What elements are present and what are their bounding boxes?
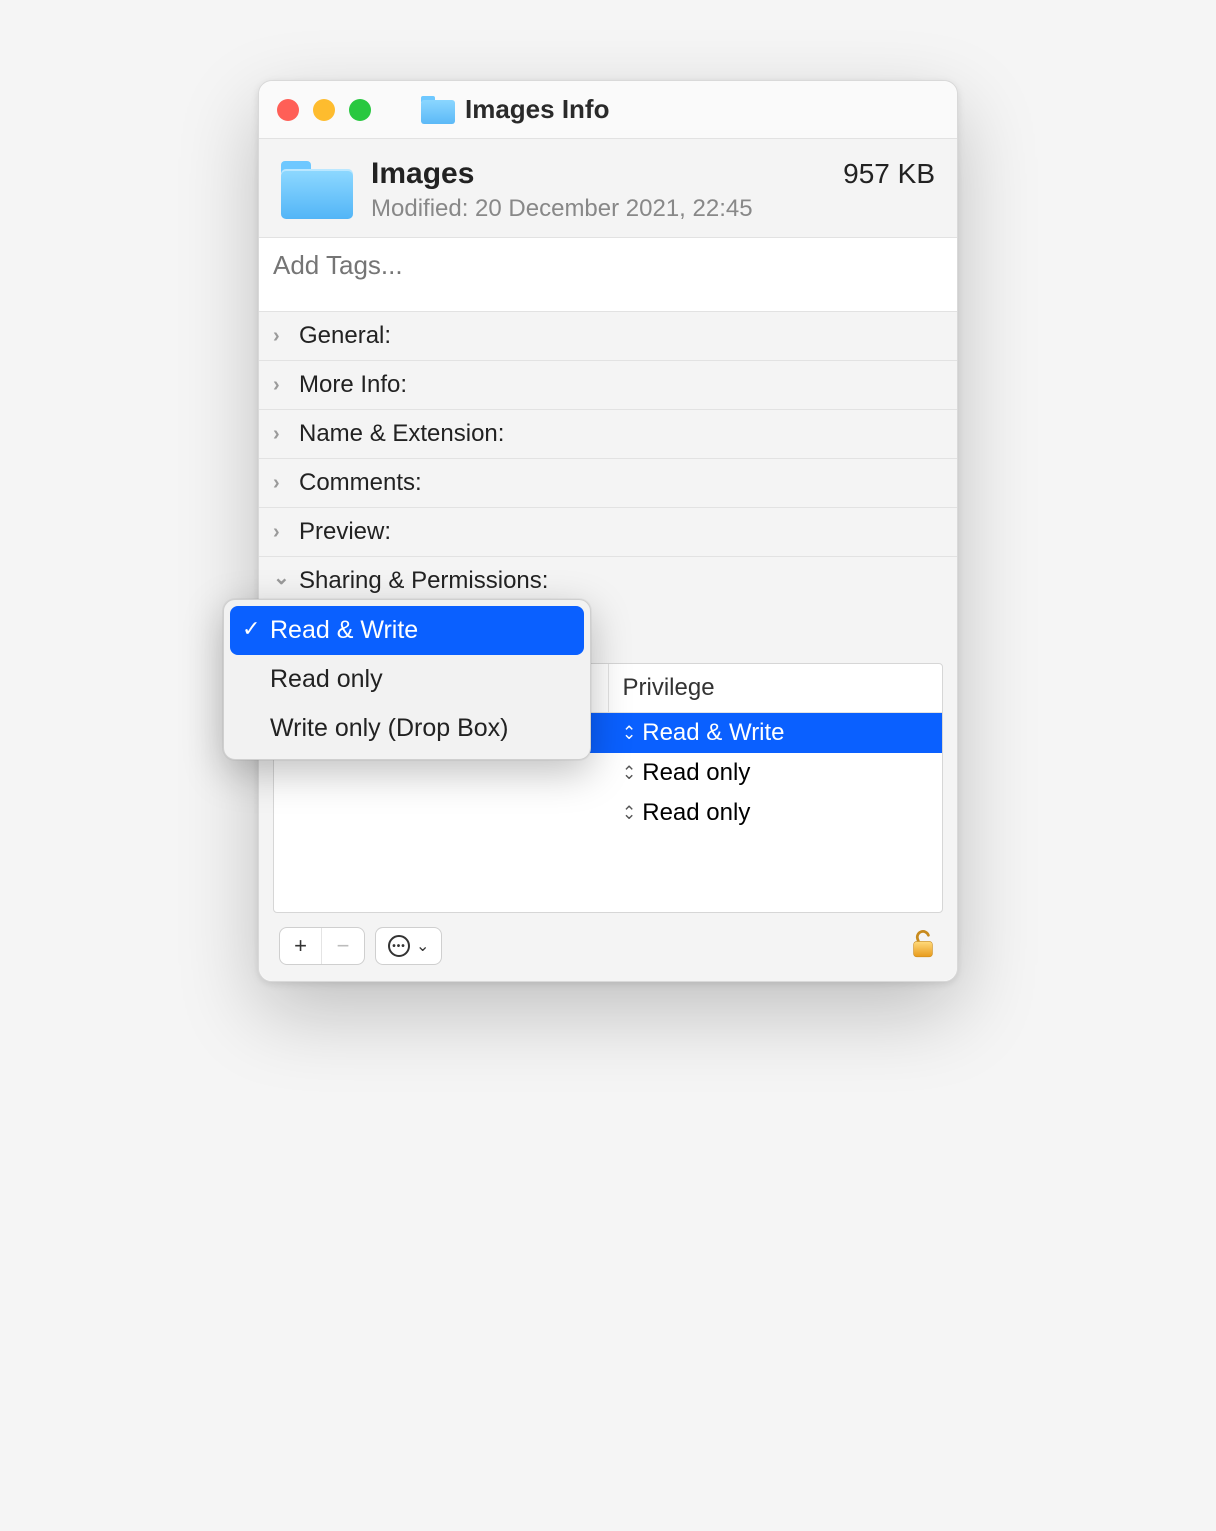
titlebar: Images Info: [259, 81, 957, 139]
privilege-popup-menu: ✓ Read & Write Read only Write only (Dro…: [223, 599, 591, 760]
menu-item-label: Read only: [270, 665, 383, 693]
privilege-value: Read & Write: [642, 719, 784, 747]
section-label: Comments:: [299, 469, 422, 497]
section-name-extension[interactable]: Name & Extension:: [259, 410, 957, 459]
stepper-icon: [622, 764, 636, 782]
name-cell: [274, 793, 612, 833]
folder-icon: [421, 96, 455, 124]
action-menu-button[interactable]: ••• ⌄: [375, 927, 442, 965]
stepper-icon: [622, 804, 636, 822]
chevron-down-icon: [273, 569, 291, 594]
section-comments[interactable]: Comments:: [259, 459, 957, 508]
section-label: Sharing & Permissions:: [299, 567, 548, 595]
chevron-down-icon: ⌄: [416, 936, 429, 956]
section-label: General:: [299, 322, 391, 350]
info-window: Images Info Images 957 KB Modified: 20 D…: [258, 80, 958, 982]
add-button[interactable]: +: [280, 928, 322, 964]
chevron-right-icon: [273, 423, 291, 446]
chevron-right-icon: [273, 521, 291, 544]
section-label: Preview:: [299, 518, 391, 546]
section-label: More Info:: [299, 371, 407, 399]
ellipsis-icon: •••: [388, 935, 410, 957]
section-label: Name & Extension:: [299, 420, 504, 448]
privilege-cell[interactable]: Read only: [612, 793, 942, 833]
tags-area: [259, 238, 957, 312]
lock-icon[interactable]: [909, 928, 937, 965]
check-icon: ✓: [242, 616, 260, 642]
chevron-right-icon: [273, 325, 291, 348]
menu-item-read-write[interactable]: ✓ Read & Write: [230, 606, 584, 655]
file-size: 957 KB: [843, 158, 935, 190]
menu-item-write-only[interactable]: Write only (Drop Box): [230, 704, 584, 753]
permissions-footer: + − ••• ⌄: [273, 913, 943, 967]
modified-date: Modified: 20 December 2021, 22:45: [371, 195, 935, 223]
privilege-cell[interactable]: Read & Write: [612, 713, 942, 753]
chevron-right-icon: [273, 374, 291, 397]
privilege-value: Read only: [642, 759, 750, 787]
section-preview[interactable]: Preview:: [259, 508, 957, 557]
menu-item-label: Read & Write: [270, 616, 418, 644]
remove-button[interactable]: −: [322, 928, 364, 964]
window-title: Images Info: [465, 94, 609, 125]
chevron-right-icon: [273, 472, 291, 495]
stepper-icon: [622, 724, 636, 742]
section-sharing-permissions[interactable]: Sharing & Permissions:: [259, 557, 957, 605]
column-privilege[interactable]: Privilege: [609, 664, 943, 712]
section-general[interactable]: General:: [259, 312, 957, 361]
close-button[interactable]: [277, 99, 299, 121]
zoom-button[interactable]: [349, 99, 371, 121]
privilege-value: Read only: [642, 799, 750, 827]
section-more-info[interactable]: More Info:: [259, 361, 957, 410]
tags-input[interactable]: [273, 250, 943, 281]
menu-item-read-only[interactable]: Read only: [230, 655, 584, 704]
menu-item-label: Write only (Drop Box): [270, 714, 509, 742]
minimize-button[interactable]: [313, 99, 335, 121]
add-remove-control: + −: [279, 927, 365, 965]
privilege-cell[interactable]: Read only: [612, 753, 942, 793]
file-header: Images 957 KB Modified: 20 December 2021…: [259, 139, 957, 238]
file-name: Images: [371, 157, 474, 191]
folder-icon: [281, 161, 353, 219]
table-row[interactable]: Read only: [274, 793, 942, 833]
window-controls: [277, 99, 371, 121]
